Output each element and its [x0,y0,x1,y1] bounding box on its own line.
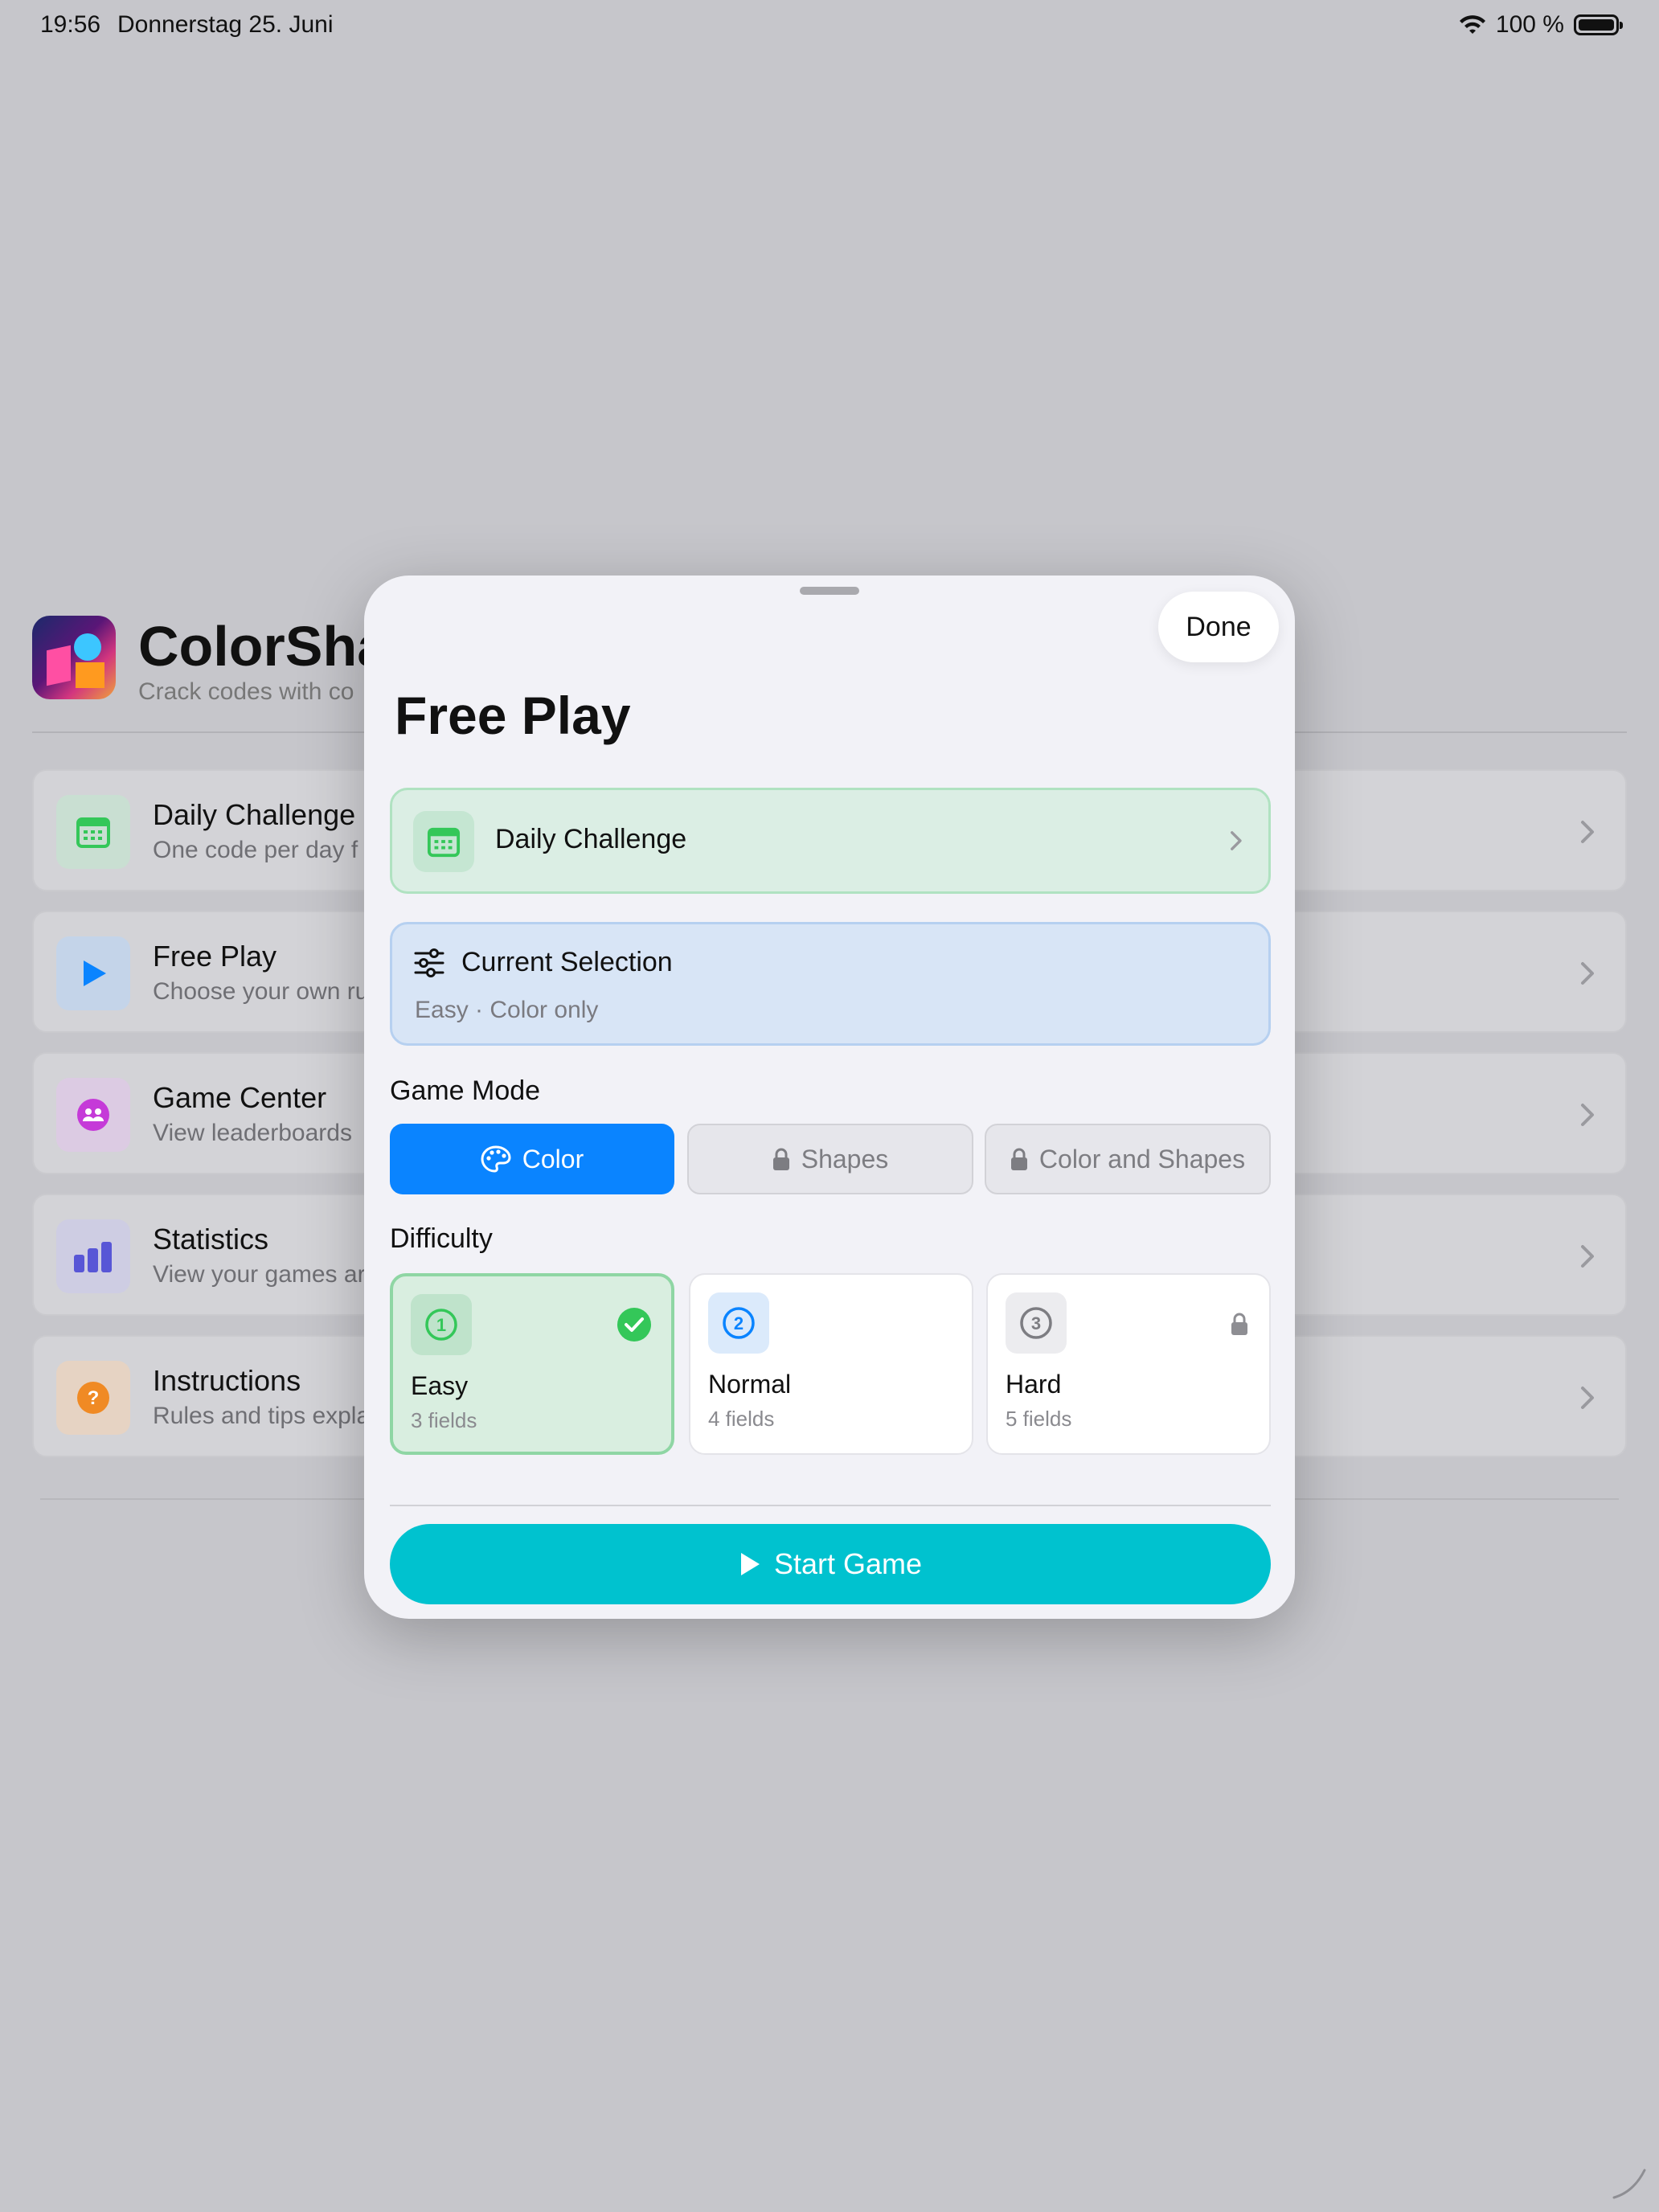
menu-item-subtitle: Rules and tips expla [153,1403,371,1429]
app-subtitle: Crack codes with co [138,678,354,705]
menu-item-subtitle: View your games ar [153,1261,366,1288]
chevron-right-icon [1581,962,1594,985]
bar-chart-icon [56,1219,130,1293]
difficulty-fields: 4 fields [708,1407,775,1431]
mode-color-label: Color [522,1144,584,1174]
menu-item-title: Daily Challenge [153,798,356,831]
menu-item-subtitle: One code per day f [153,837,358,863]
svg-text:2: 2 [734,1313,743,1333]
divider [390,1505,1271,1506]
current-selection-title: Current Selection [461,947,673,977]
current-selection-summary: Easy · Color only [415,997,599,1023]
number-3-icon: 3 [1006,1292,1067,1354]
daily-challenge-button[interactable]: Daily Challenge [390,788,1271,894]
app-header: ColorSha Crack codes with co [32,615,388,705]
difficulty-easy-card[interactable]: 1 Easy 3 fields [390,1273,674,1455]
lock-icon [1231,1313,1247,1335]
mode-color-and-shapes-label: Color and Shapes [1038,1144,1246,1174]
number-2-icon: 2 [708,1292,769,1354]
difficulty-normal-card[interactable]: 2 Normal 4 fields [689,1273,973,1455]
chevron-right-icon [1581,1245,1594,1268]
daily-challenge-label: Daily Challenge [495,824,687,854]
app-logo-icon [32,616,116,699]
question-icon: ? [56,1361,130,1435]
start-game-button[interactable]: Start Game [390,1524,1271,1604]
pencil-stroke-icon [1612,2169,1646,2199]
svg-text:?: ? [88,1387,100,1409]
sliders-icon [414,948,444,977]
difficulty-name: Hard [1006,1370,1062,1399]
menu-item-title: Statistics [153,1223,269,1256]
menu-item-subtitle: Choose your own ru [153,978,369,1005]
mode-color-button[interactable]: Color [390,1124,674,1194]
difficulty-fields: 5 fields [1006,1407,1072,1431]
difficulty-name: Normal [708,1370,792,1399]
calendar-icon [56,795,130,869]
lock-icon [772,1148,789,1170]
chevron-right-icon [1581,821,1594,843]
sheet-title: Free Play [395,686,631,745]
people-icon [56,1078,130,1152]
difficulty-name: Easy [411,1371,469,1400]
mode-color-and-shapes-button[interactable]: Color and Shapes [985,1124,1271,1194]
difficulty-fields: 3 fields [411,1408,477,1432]
mode-shapes-label: Shapes [801,1144,889,1174]
play-icon [56,936,130,1010]
palette-icon [481,1145,511,1173]
menu-item-title: Free Play [153,940,277,973]
sheet-grabber[interactable] [800,587,859,595]
calendar-icon [413,811,474,872]
lock-icon [1010,1148,1027,1170]
difficulty-hard-card[interactable]: 3 Hard 5 fields [986,1273,1271,1455]
difficulty-label: Difficulty [390,1223,493,1254]
done-button[interactable]: Done [1158,592,1279,662]
game-mode-label: Game Mode [390,1075,541,1106]
chevron-right-icon [1581,1104,1594,1126]
svg-text:1: 1 [436,1315,446,1335]
menu-item-subtitle: View leaderboards [153,1120,352,1146]
play-icon [740,1553,760,1575]
checkmark-icon [617,1308,651,1342]
menu-item-title: Instructions [153,1364,301,1397]
menu-item-title: Game Center [153,1081,327,1114]
svg-text:3: 3 [1031,1313,1041,1333]
number-1-icon: 1 [411,1294,472,1355]
app-title: ColorSha [138,615,389,678]
current-selection-card: Current Selection Easy · Color only [390,922,1271,1046]
free-play-sheet: Done Free Play Daily Challenge Current S… [364,576,1295,1619]
mode-shapes-button[interactable]: Shapes [687,1124,973,1194]
start-game-label: Start Game [773,1547,923,1580]
chevron-right-icon [1581,1387,1594,1409]
chevron-right-icon [1231,831,1242,850]
